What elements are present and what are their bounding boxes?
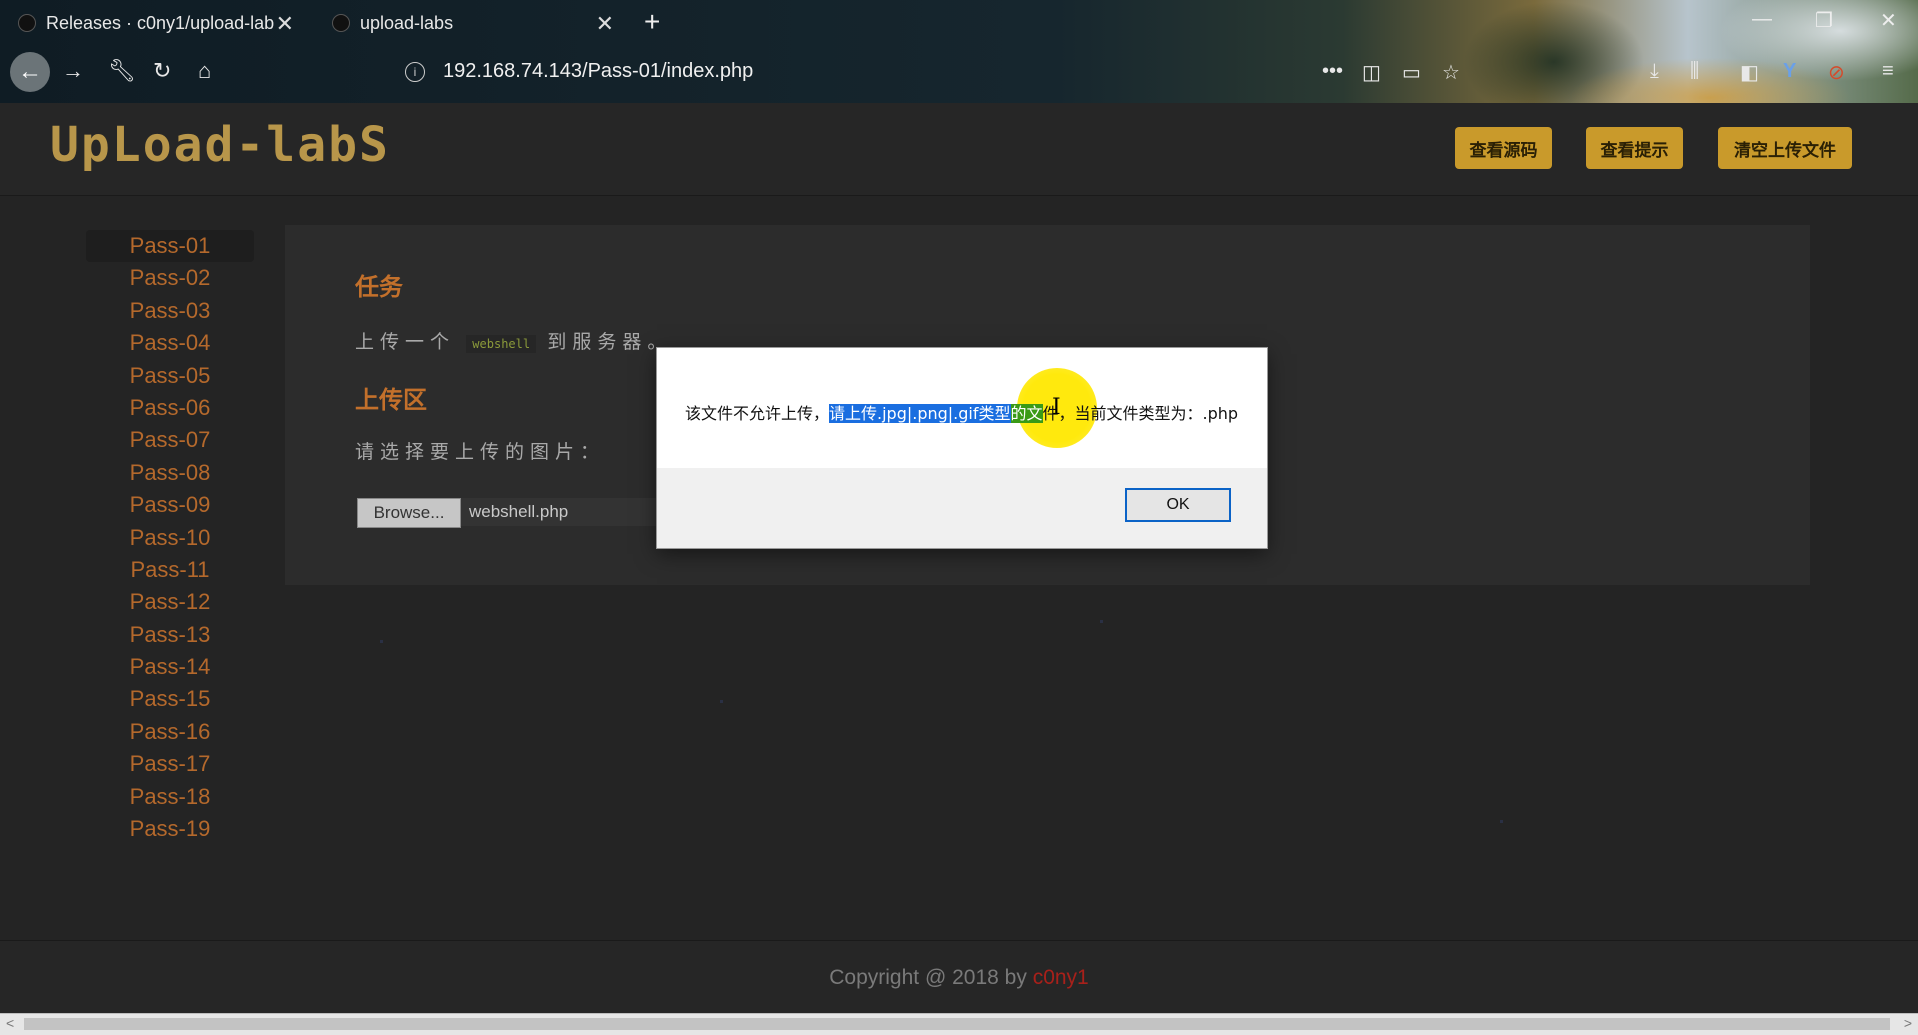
file-name-field[interactable]: webshell.php [461, 498, 669, 526]
site-header: UpLoad-labS 查看源码 查看提示 清空上传文件 [0, 103, 1918, 196]
copyright-text: Copyright @ 2018 by [829, 966, 1027, 989]
close-icon[interactable]: ✕ [596, 11, 614, 37]
text-cursor-icon: I [1052, 395, 1061, 420]
site-icon [332, 14, 350, 32]
back-icon[interactable]: ← [10, 52, 50, 92]
noscript-icon[interactable]: ⊘ [1828, 60, 1845, 85]
url-text: 192.168.74.143/Pass-01/index.php [443, 60, 754, 82]
sidebar-item-pass-14[interactable]: Pass-14 [86, 651, 254, 683]
sidebar-item-pass-04[interactable]: Pass-04 [86, 327, 254, 359]
message-prefix: 该文件不允许上传， [685, 404, 830, 423]
yandex-icon[interactable]: Y [1783, 60, 1796, 83]
wrench-icon[interactable]: 🔧︎ [108, 58, 136, 84]
sidebar-item-pass-06[interactable]: Pass-06 [86, 392, 254, 424]
address-bar[interactable]: i 192.168.74.143/Pass-01/index.php [405, 60, 753, 83]
horizontal-scrollbar[interactable]: < > [0, 1013, 1918, 1035]
sidebar-item-pass-19[interactable]: Pass-19 [86, 813, 254, 845]
minimize-icon[interactable]: — [1752, 8, 1772, 31]
info-icon[interactable]: i [405, 61, 425, 82]
selected-text-highlight: 的文 [1010, 404, 1043, 423]
sidebar-item-pass-02[interactable]: Pass-02 [86, 262, 254, 294]
restore-icon[interactable]: ❐ [1815, 8, 1833, 33]
browse-button[interactable]: Browse... [357, 498, 461, 528]
sidebar-item-pass-18[interactable]: Pass-18 [86, 781, 254, 813]
alert-dialog: 该文件不允许上传，请上传.jpg|.png|.gif类型的文件，当前文件类型为：… [657, 348, 1267, 548]
clear-uploads-button[interactable]: 清空上传文件 [1718, 127, 1852, 169]
task-code: webshell [466, 335, 537, 353]
tab-title: upload-labs [360, 12, 454, 33]
task-description: 上传一个 webshell 到服务器。 [355, 327, 672, 354]
forward-icon[interactable]: → [62, 58, 84, 84]
sidebar-item-pass-05[interactable]: Pass-05 [86, 360, 254, 392]
selected-text: 请上传.jpg|.png|.gif类型 [829, 404, 1011, 423]
download-icon[interactable]: ⤓ [1650, 60, 1659, 83]
message-suffix: 件，当前文件类型为：.php [1042, 404, 1239, 423]
scroll-right-icon[interactable]: > [1904, 1015, 1912, 1031]
reader-icon[interactable]: ▭ [1402, 60, 1421, 85]
menu-icon[interactable]: ≡ [1882, 60, 1894, 83]
sidebar-item-pass-11[interactable]: Pass-11 [86, 554, 254, 586]
sidebar-item-pass-09[interactable]: Pass-09 [86, 489, 254, 521]
noise-speck [720, 700, 723, 703]
task-heading: 任务 [355, 274, 403, 301]
view-hint-button[interactable]: 查看提示 [1586, 127, 1683, 169]
task-before: 上传一个 [355, 332, 456, 353]
sidebar-item-pass-13[interactable]: Pass-13 [86, 619, 254, 651]
sidebar-icon[interactable]: ◧ [1740, 60, 1759, 85]
theme-background-image [1398, 0, 1918, 103]
reload-icon[interactable]: ↻ [153, 58, 171, 84]
alert-message[interactable]: 该文件不允许上传，请上传.jpg|.png|.gif类型的文件，当前文件类型为：… [685, 400, 1238, 424]
sidebar-item-pass-12[interactable]: Pass-12 [86, 586, 254, 618]
choose-label: 请选择要上传的图片： [355, 442, 606, 463]
pass-nav: Pass-01 Pass-02 Pass-03 Pass-04 Pass-05 Pass-… [86, 230, 254, 845]
browser-chrome: Releases · c0ny1/upload-lab ✕ upload-lab… [0, 0, 1918, 103]
ok-button[interactable]: OK [1125, 488, 1231, 522]
pocket-icon[interactable]: ◫ [1362, 60, 1381, 85]
task-after: 到服务器。 [547, 332, 673, 353]
new-tab-icon[interactable]: + [644, 6, 660, 38]
dialog-body: 该文件不允许上传，请上传.jpg|.png|.gif类型的文件，当前文件类型为：… [657, 348, 1267, 468]
scroll-left-icon[interactable]: < [6, 1015, 14, 1031]
sidebar-item-pass-15[interactable]: Pass-15 [86, 683, 254, 715]
tab-title: Releases · c0ny1/upload-lab [46, 12, 275, 33]
sidebar-item-pass-07[interactable]: Pass-07 [86, 424, 254, 456]
close-window-icon[interactable]: ✕ [1880, 8, 1897, 33]
star-icon[interactable]: ☆ [1442, 60, 1460, 85]
sidebar-item-pass-17[interactable]: Pass-17 [86, 748, 254, 780]
sidebar-item-pass-01[interactable]: Pass-01 [86, 230, 254, 263]
noise-speck [1500, 820, 1503, 823]
sidebar-item-pass-16[interactable]: Pass-16 [86, 716, 254, 748]
view-source-button[interactable]: 查看源码 [1455, 127, 1552, 169]
sidebar-item-pass-08[interactable]: Pass-08 [86, 457, 254, 489]
close-icon[interactable]: ✕ [276, 11, 294, 37]
github-icon [18, 14, 36, 32]
scrollbar-thumb[interactable] [24, 1018, 1890, 1030]
site-logo: UpLoad-labS [50, 117, 390, 173]
author-link[interactable]: c0ny1 [1033, 966, 1089, 989]
tab-releases[interactable]: Releases · c0ny1/upload-lab ✕ [18, 0, 308, 46]
sidebar-item-pass-10[interactable]: Pass-10 [86, 522, 254, 554]
sidebar-item-pass-03[interactable]: Pass-03 [86, 295, 254, 327]
noise-speck [1100, 620, 1103, 623]
site-footer: Copyright @ 2018 by c0ny1 [0, 940, 1918, 1014]
tab-upload-labs[interactable]: upload-labs ✕ [318, 0, 628, 46]
noise-speck [380, 640, 383, 643]
more-icon[interactable]: ••• [1322, 60, 1343, 83]
upload-heading: 上传区 [355, 387, 427, 414]
home-icon[interactable]: ⌂ [198, 58, 211, 84]
library-icon[interactable]: ⫼ [1690, 60, 1699, 83]
